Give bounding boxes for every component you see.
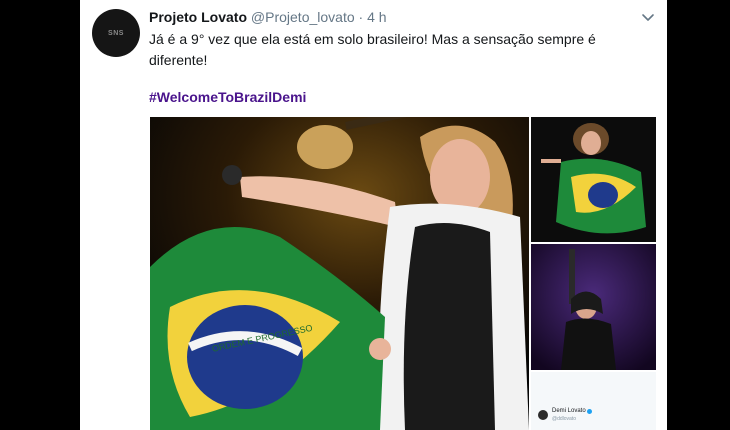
hashtag-link[interactable]: #WelcomeToBrazilDemi: [149, 88, 306, 106]
verified-badge-icon: [587, 409, 592, 414]
chevron-down-icon[interactable]: [641, 10, 655, 24]
media-photo-3[interactable]: [531, 244, 656, 370]
timestamp[interactable]: 4 h: [367, 9, 386, 25]
user-handle[interactable]: @Projeto_lovato: [251, 9, 355, 25]
concert-photo-illustration: [531, 244, 656, 370]
tweet-header: Projeto Lovato @Projeto_lovato · 4 h: [149, 8, 387, 26]
tweet-text: Já é a 9° vez que ela está em solo brasi…: [149, 31, 596, 68]
media-photo-4[interactable]: Demi Lovato @ddlovato: [531, 372, 656, 430]
concert-photo-illustration: ORDEM E PROGRESSO: [150, 117, 529, 430]
embedded-handle: @ddlovato: [552, 416, 576, 422]
avatar-text: SNS: [108, 29, 124, 37]
display-name[interactable]: Projeto Lovato: [149, 9, 247, 25]
media-photo-main[interactable]: ORDEM E PROGRESSO: [150, 117, 529, 430]
media-photo-2[interactable]: [531, 117, 656, 242]
tweet-card[interactable]: SNS Projeto Lovato @Projeto_lovato · 4 h…: [80, 0, 667, 430]
embedded-avatar: [538, 410, 548, 420]
concert-photo-illustration: [531, 117, 656, 242]
embedded-name: Demi Lovato: [552, 408, 586, 414]
avatar[interactable]: SNS: [92, 9, 140, 57]
separator: ·: [358, 9, 364, 25]
